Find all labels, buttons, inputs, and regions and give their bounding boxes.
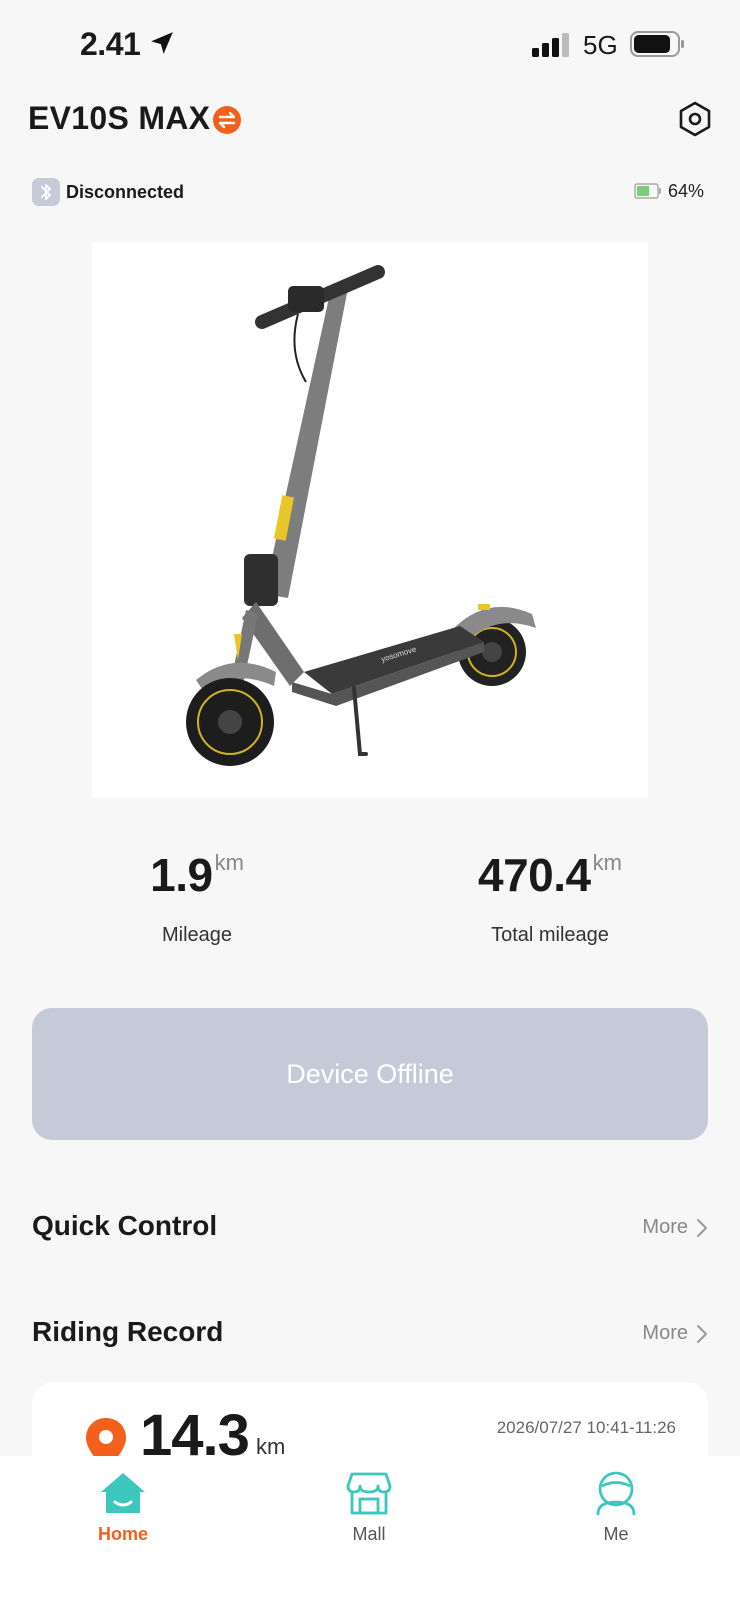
riding-record-more-link[interactable]: More [642,1322,708,1345]
home-icon [101,1473,145,1513]
total-mileage-value: 470.4 [478,849,591,901]
mileage-unit: km [214,850,244,875]
total-mileage-unit: km [592,850,622,875]
tab-home[interactable]: Home [63,1470,183,1545]
device-offline-label: Device Offline [286,1058,454,1089]
device-title: EV10S MAX [28,100,211,136]
network-label: 5G [583,30,618,60]
mileage-value: 1.9 [150,849,213,901]
mileage-label: Mileage [161,924,233,946]
battery-icon [630,31,684,57]
device-battery-icon [634,183,661,199]
battery-percent: 64% [668,181,705,201]
signal-icon [532,33,569,57]
scooter-image: yosomove [92,242,648,798]
status-time: 2.41 [80,26,141,62]
settings-icon[interactable] [678,101,712,137]
quick-control-title: Quick Control [32,1210,218,1241]
total-mileage-stat: 470.4km Total mileage [440,848,660,947]
location-arrow-icon [151,32,173,54]
tab-mall[interactable]: Mall [309,1470,429,1545]
quick-control-more-label: More [642,1216,688,1238]
tab-home-label: Home [97,1524,148,1544]
store-icon [346,1472,392,1515]
chevron-right-icon [697,1324,707,1343]
record-date: 2026/07/27 10:41-11:26 [496,1418,676,1437]
chevron-right-icon [697,1218,707,1237]
total-mileage-label: Total mileage [491,924,609,946]
bluetooth-icon [32,178,60,206]
tab-mall-label: Mall [352,1524,386,1544]
device-offline-button[interactable]: Device Offline [32,1008,708,1140]
swap-icon[interactable] [212,105,242,135]
bottom-tab-bar: Home Mall Me [0,1456,740,1600]
mileage-stat: 1.9km Mileage [120,848,274,947]
connection-status: Disconnected [66,182,185,202]
tab-me-label: Me [603,1524,629,1544]
tab-me[interactable]: Me [556,1470,676,1545]
riding-record-title: Riding Record [32,1316,224,1347]
quick-control-more-link[interactable]: More [642,1216,708,1239]
user-icon [596,1471,636,1516]
riding-record-more-label: More [642,1322,688,1344]
status-bar: 2.41 5G [0,0,740,90]
